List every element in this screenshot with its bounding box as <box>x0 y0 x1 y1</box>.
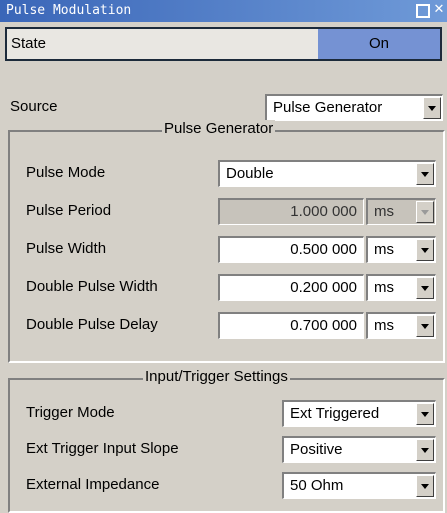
close-icon[interactable]: ✕ <box>432 3 446 17</box>
double-pulse-delay-unit-select[interactable]: ms <box>366 312 436 339</box>
ext-trigger-slope-label: Ext Trigger Input Slope <box>26 440 179 457</box>
chevron-down-icon[interactable] <box>416 315 434 337</box>
pulse-mode-label: Pulse Mode <box>26 164 106 181</box>
double-pulse-width-unit: ms <box>374 279 394 296</box>
chevron-down-icon[interactable] <box>416 239 434 261</box>
pulse-generator-title: Pulse Generator <box>162 120 276 137</box>
pulse-period-unit-select: ms <box>366 198 436 225</box>
double-pulse-delay-field[interactable]: 0.700 000 <box>218 312 364 339</box>
double-pulse-width-unit-select[interactable]: ms <box>366 274 436 301</box>
pulse-mode-value: Double <box>226 165 274 182</box>
pulse-period-field: 1.000 000 <box>218 198 364 225</box>
pulse-period-label: Pulse Period <box>26 202 112 219</box>
double-pulse-delay-value: 0.700 000 <box>290 317 357 334</box>
pulse-width-label: Pulse Width <box>26 240 107 257</box>
double-pulse-width-field[interactable]: 0.200 000 <box>218 274 364 301</box>
double-pulse-width-value: 0.200 000 <box>290 279 357 296</box>
state-toggle-button[interactable]: On <box>318 29 440 59</box>
pulse-width-field[interactable]: 0.500 000 <box>218 236 364 263</box>
ext-trigger-slope-value: Positive <box>290 441 343 458</box>
chevron-down-icon[interactable] <box>416 439 434 461</box>
chevron-down-icon <box>416 201 434 223</box>
source-value: Pulse Generator <box>273 99 383 116</box>
ext-trigger-slope-select[interactable]: Positive <box>282 436 436 463</box>
input-trigger-title: Input/Trigger Settings <box>143 368 290 385</box>
double-pulse-delay-unit: ms <box>374 317 394 334</box>
external-impedance-value: 50 Ohm <box>290 477 344 494</box>
trigger-mode-value: Ext Triggered <box>290 405 380 422</box>
state-row: State On <box>5 27 442 61</box>
source-select[interactable]: Pulse Generator <box>265 94 443 121</box>
pulse-period-value: 1.000 000 <box>290 203 357 220</box>
window-title: Pulse Modulation <box>6 3 132 18</box>
double-pulse-delay-label: Double Pulse Delay <box>26 316 158 333</box>
double-pulse-width-label: Double Pulse Width <box>26 278 158 295</box>
chevron-down-icon[interactable] <box>416 475 434 497</box>
source-label: Source <box>10 98 58 115</box>
pulse-width-unit: ms <box>374 241 394 258</box>
external-impedance-label: External Impedance <box>26 476 160 493</box>
chevron-down-icon[interactable] <box>423 97 441 119</box>
title-bar: Pulse Modulation ✕ <box>0 0 447 22</box>
pulse-modulation-window: Pulse Modulation ✕ State On Source Pulse… <box>0 0 447 513</box>
state-label: State <box>11 35 47 52</box>
pulse-width-value: 0.500 000 <box>290 241 357 258</box>
pulse-width-unit-select[interactable]: ms <box>366 236 436 263</box>
pulse-period-unit: ms <box>374 203 394 220</box>
external-impedance-select[interactable]: 50 Ohm <box>282 472 436 499</box>
chevron-down-icon[interactable] <box>416 277 434 299</box>
trigger-mode-label: Trigger Mode <box>26 404 115 421</box>
chevron-down-icon[interactable] <box>416 163 434 185</box>
pulse-mode-select[interactable]: Double <box>218 160 436 187</box>
chevron-down-icon[interactable] <box>416 403 434 425</box>
trigger-mode-select[interactable]: Ext Triggered <box>282 400 436 427</box>
maximize-icon[interactable] <box>416 4 430 18</box>
